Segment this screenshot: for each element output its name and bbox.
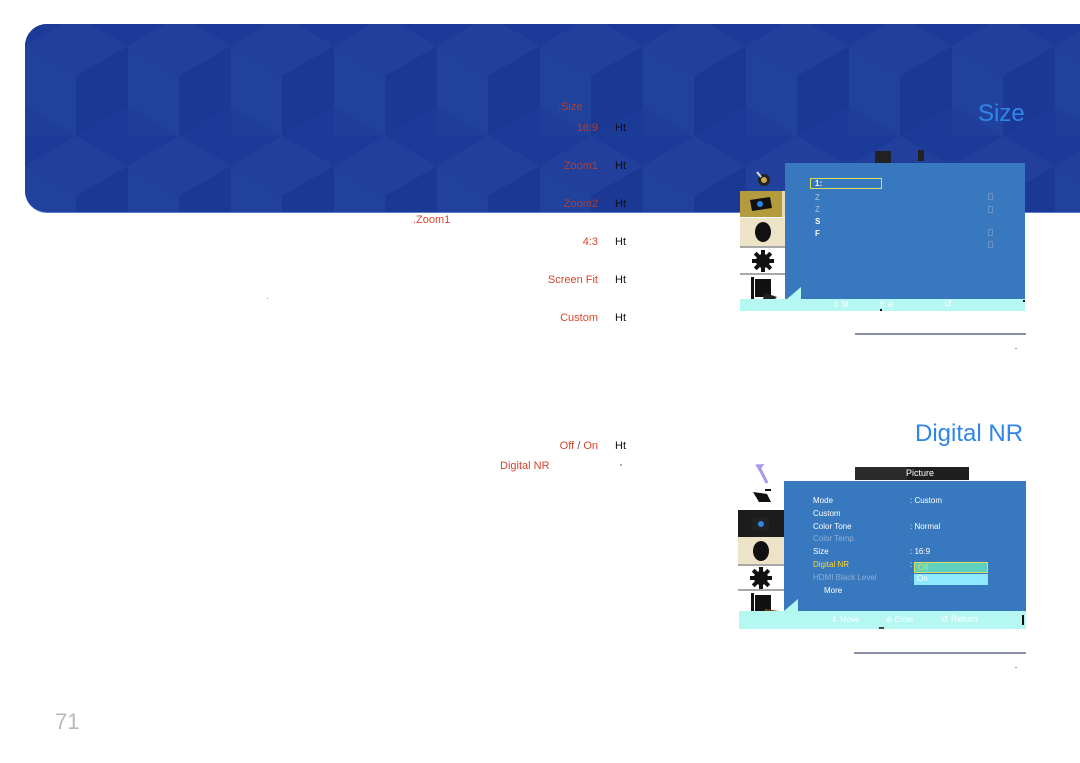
osd-row-label: Digital NR bbox=[813, 560, 850, 569]
bar-corner bbox=[784, 599, 798, 611]
dot-marker bbox=[879, 627, 884, 629]
dot-marker bbox=[880, 309, 882, 311]
up-arrow-icon bbox=[755, 463, 771, 485]
dot-marker bbox=[1015, 348, 1017, 349]
size-option-label: Screen Fit bbox=[547, 274, 598, 286]
osd-menu-item[interactable]: F bbox=[815, 229, 820, 238]
size-osd-menu: 1: ZZSF bbox=[785, 163, 1025, 299]
osd-row-value: : bbox=[910, 560, 913, 569]
section-rule bbox=[854, 652, 1026, 654]
digital-nr-section-title: Digital NR bbox=[915, 420, 1024, 447]
osd-row-label: Color Temp. bbox=[813, 534, 856, 544]
osd-row-label: Custom bbox=[813, 508, 841, 518]
osd-menu-item[interactable]: Z bbox=[815, 193, 820, 202]
osd-tab-marker bbox=[875, 151, 891, 163]
size-option-label: 4:3 bbox=[582, 236, 598, 248]
digital-nr-values: Off / On bbox=[559, 440, 598, 452]
osd-row-value: : bbox=[910, 572, 913, 582]
move-hint: ⇕ Move bbox=[831, 615, 860, 624]
dot-marker bbox=[267, 298, 268, 299]
edge-marker bbox=[1022, 615, 1024, 625]
picture-icon[interactable] bbox=[738, 510, 784, 537]
input-icon[interactable] bbox=[750, 487, 774, 505]
setup-gear-icon[interactable] bbox=[740, 248, 785, 274]
digital-nr-osd-menu: Mode: Custom Custom Color Tone: Normal Colo… bbox=[784, 481, 1026, 611]
osd-menu-row[interactable]: Color Tone : Normal bbox=[784, 522, 1026, 534]
enter-hint: E ⎆ bbox=[880, 300, 894, 309]
size-option-label: Zoom1 bbox=[563, 160, 598, 172]
size-option-label: 16:9 bbox=[576, 122, 598, 134]
osd-row-label: Mode bbox=[813, 496, 834, 505]
dot-marker bbox=[1015, 667, 1017, 668]
header-tab bbox=[855, 467, 907, 480]
enter-hint: ⎆ Enter bbox=[886, 615, 914, 624]
bar-corner bbox=[787, 287, 801, 299]
osd-header-title: Picture bbox=[906, 468, 935, 478]
osd-row-label: Size bbox=[813, 547, 829, 557]
osd-menu-row[interactable]: Mode : Custom bbox=[784, 496, 1026, 508]
checkbox-icon bbox=[988, 193, 993, 200]
size-section-title: Size bbox=[978, 100, 1025, 127]
sound-icon[interactable] bbox=[738, 537, 784, 565]
osd-menu-row[interactable]: Custom bbox=[784, 509, 1026, 521]
checkbox-icon bbox=[988, 241, 993, 248]
checkbox-icon bbox=[988, 206, 993, 213]
osd-menu-item[interactable]: S bbox=[815, 217, 820, 226]
osd-menu-item[interactable]: Z bbox=[815, 205, 820, 214]
osd-menu-row[interactable]: HDMI Black Level: bbox=[784, 573, 1026, 585]
osd-selected-item[interactable]: 1: bbox=[810, 178, 882, 189]
dot-marker bbox=[620, 464, 622, 466]
osd-row-label: More bbox=[824, 585, 843, 595]
size-option-label: Zoom2 bbox=[563, 198, 598, 210]
osd-menu-row[interactable]: Color Temp. bbox=[784, 534, 1026, 546]
size-option-suffix: Ht bbox=[615, 122, 626, 134]
osd-row-value: : Normal bbox=[910, 521, 941, 531]
checkbox-icon bbox=[988, 229, 993, 236]
multi-control-icon[interactable] bbox=[748, 275, 780, 301]
dropdown-option-off[interactable]: Off bbox=[914, 562, 988, 573]
sound-icon[interactable] bbox=[740, 218, 785, 246]
size-option-suffix: Ht bbox=[615, 198, 626, 210]
move-hint: ⇕ M bbox=[833, 300, 849, 309]
digital-nr-suffix: Ht bbox=[615, 440, 626, 452]
input-icon[interactable] bbox=[752, 168, 774, 190]
osd-row-value: : Custom bbox=[910, 496, 943, 505]
osd-tab-marker bbox=[918, 150, 924, 161]
size-option-suffix: Ht bbox=[615, 236, 626, 248]
osd-row-label: Color Tone bbox=[813, 521, 852, 531]
tab-edge bbox=[782, 191, 785, 217]
size-osd-nav-bar: ⇕ M E ⎆ ↺ bbox=[740, 299, 1025, 311]
osd-menu-row[interactable]: Digital NR: bbox=[784, 560, 1026, 572]
size-option-suffix: Ht bbox=[615, 160, 626, 172]
osd-menu-row[interactable]: Size : 16:9 bbox=[784, 547, 1026, 559]
picture-icon[interactable] bbox=[740, 191, 782, 217]
size-option-suffix: Ht bbox=[615, 312, 626, 324]
size-option-label: Custom bbox=[560, 312, 598, 324]
dot-marker bbox=[1023, 300, 1025, 302]
section-rule bbox=[855, 333, 1026, 335]
return-icon: ↺ bbox=[944, 299, 953, 310]
dropdown-option-on[interactable]: On bbox=[914, 574, 988, 585]
return-hint: ↺ Return bbox=[941, 614, 979, 624]
osd-header-bar: Picture bbox=[855, 467, 969, 480]
osd-row-label: HDMI Black Level bbox=[813, 572, 877, 582]
default-zoom-note: .Zoom1 bbox=[413, 214, 451, 226]
setup-gear-icon[interactable] bbox=[738, 566, 784, 590]
page-number: 71 bbox=[55, 709, 80, 734]
size-label: .Size bbox=[558, 101, 583, 113]
digital-nr-label: Digital NR bbox=[500, 460, 550, 472]
osd-row-value: : 16:9 bbox=[910, 547, 931, 557]
size-option-suffix: Ht bbox=[615, 274, 626, 286]
osd-menu-row[interactable]: More bbox=[784, 586, 1026, 598]
